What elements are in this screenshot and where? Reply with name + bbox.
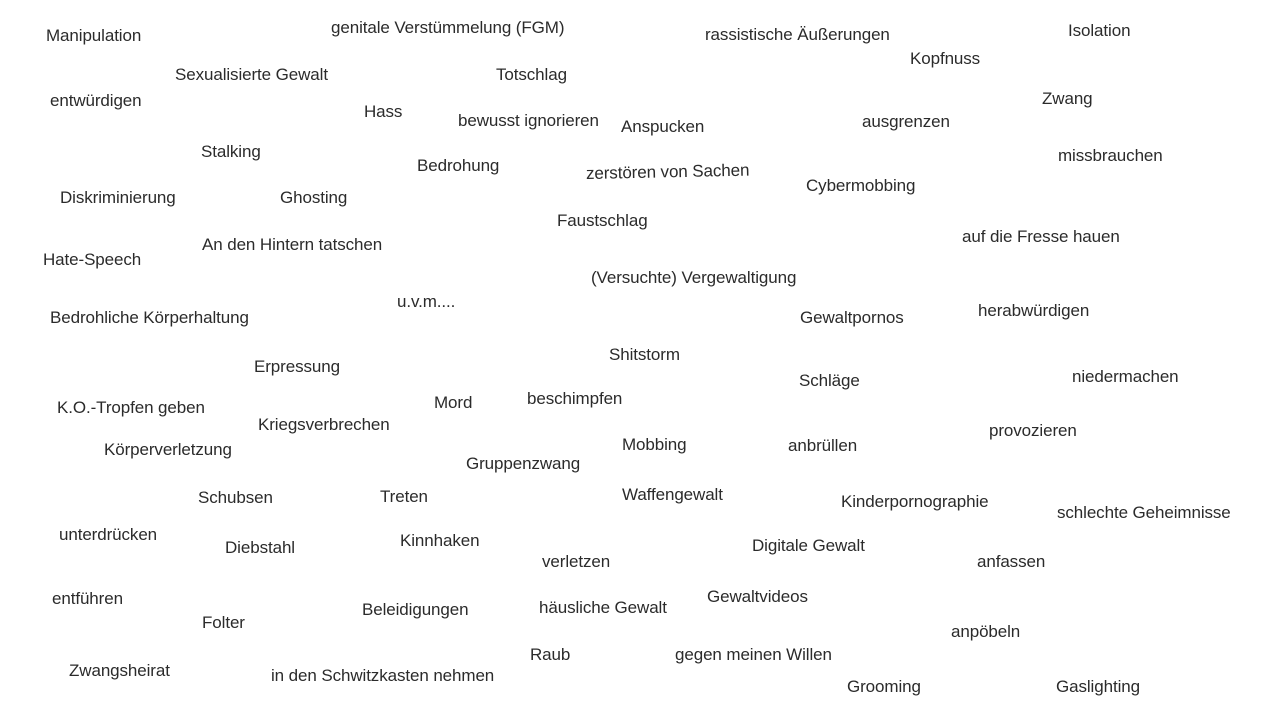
word-cloud-term: u.v.m....	[397, 292, 456, 311]
word-cloud-term: Schläge	[799, 371, 860, 390]
word-cloud-term: niedermachen	[1072, 367, 1179, 386]
word-cloud-term: Cybermobbing	[806, 176, 916, 195]
word-cloud-term: Totschlag	[496, 65, 567, 84]
word-cloud-term: Shitstorm	[609, 345, 680, 364]
word-cloud-term: provozieren	[989, 421, 1077, 440]
word-cloud-term: Gruppenzwang	[466, 454, 581, 473]
word-cloud-term: verletzen	[542, 552, 611, 571]
word-cloud-term: Gewaltpornos	[800, 308, 904, 327]
word-cloud-term: K.O.-Tropfen geben	[57, 398, 205, 417]
word-cloud-term: Mobbing	[622, 435, 687, 454]
word-cloud-term: Treten	[380, 487, 428, 506]
word-cloud-term: bewusst ignorieren	[458, 111, 599, 130]
word-cloud-term: Beleidigungen	[362, 600, 469, 619]
word-cloud-term: missbrauchen	[1058, 146, 1163, 165]
word-cloud-term: Stalking	[201, 142, 261, 161]
word-cloud-term: Bedrohung	[417, 156, 500, 175]
word-cloud-term: Körperverletzung	[104, 440, 232, 459]
word-cloud-term: häusliche Gewalt	[539, 598, 667, 617]
word-cloud-term: Diskriminierung	[60, 188, 176, 207]
word-cloud-term: Ghosting	[280, 188, 348, 207]
word-cloud-term: Waffengewalt	[622, 485, 723, 504]
word-cloud-term: Sexualisierte Gewalt	[175, 65, 328, 84]
word-cloud-term: Schubsen	[198, 488, 273, 507]
word-cloud-term: auf die Fresse hauen	[962, 227, 1120, 246]
word-cloud-canvas: Manipulation genitale Verstümmelung (FGM)…	[0, 0, 1280, 720]
word-cloud-term: An den Hintern tatschen	[202, 235, 383, 254]
word-cloud-term: Isolation	[1068, 21, 1131, 40]
word-cloud-term: Digitale Gewalt	[752, 536, 865, 555]
word-cloud-term: Hate-Speech	[43, 250, 142, 269]
word-cloud-term: Grooming	[847, 677, 921, 696]
word-cloud-term: anbrüllen	[788, 436, 858, 455]
word-cloud-term: in den Schwitzkasten nehmen	[271, 666, 495, 685]
word-cloud-term: Gewaltvideos	[707, 587, 808, 606]
word-cloud-term: rassistische Äußerungen	[705, 25, 890, 44]
word-cloud-term: beschimpfen	[527, 389, 623, 408]
word-cloud-term: Kriegsverbrechen	[258, 415, 390, 434]
word-cloud-term: herabwürdigen	[978, 301, 1090, 320]
word-cloud-term: Hass	[364, 102, 403, 121]
word-cloud-term: genitale Verstümmelung (FGM)	[331, 18, 565, 37]
word-cloud-term: Kopfnuss	[910, 49, 981, 68]
word-cloud-term: Erpressung	[254, 357, 340, 376]
word-cloud-term: Raub	[530, 645, 571, 664]
word-cloud-term: Folter	[202, 613, 245, 632]
word-cloud-term: (Versuchte) Vergewaltigung	[591, 268, 797, 287]
word-cloud-term: Mord	[434, 393, 473, 412]
word-cloud-term: anpöbeln	[951, 622, 1021, 641]
word-cloud-term: Manipulation	[46, 26, 142, 45]
word-cloud-term: gegen meinen Willen	[675, 645, 832, 664]
word-cloud-term: zerstören von Sachen	[585, 160, 750, 183]
word-cloud-term: Faustschlag	[557, 211, 648, 230]
word-cloud-term: Gaslighting	[1056, 677, 1140, 696]
word-cloud-term: unterdrücken	[59, 525, 158, 544]
word-cloud-term: Kinderpornographie	[841, 492, 989, 511]
word-cloud-term: entführen	[52, 589, 123, 608]
word-cloud-term: entwürdigen	[50, 91, 142, 110]
word-cloud-term: ausgrenzen	[862, 112, 950, 131]
word-cloud-term: schlechte Geheimnisse	[1057, 503, 1231, 522]
word-cloud-term: Bedrohliche Körperhaltung	[50, 308, 249, 327]
word-cloud-term: Diebstahl	[225, 538, 295, 557]
word-cloud-term: Kinnhaken	[400, 531, 480, 550]
word-cloud-term: Zwang	[1042, 89, 1093, 108]
word-cloud-term: Anspucken	[621, 117, 705, 136]
word-cloud-term: anfassen	[977, 552, 1046, 571]
word-cloud-term: Zwangsheirat	[69, 661, 170, 680]
